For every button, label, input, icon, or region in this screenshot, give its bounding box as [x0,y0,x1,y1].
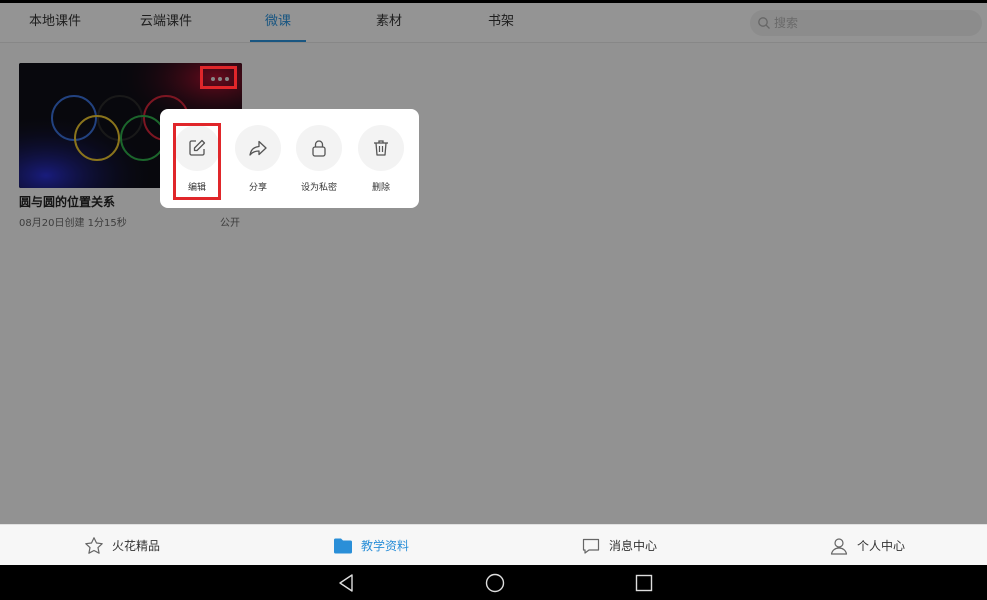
nav-label: 教学资料 [361,539,410,553]
home-icon[interactable] [484,572,506,594]
user-icon [830,537,848,555]
share-action[interactable]: 分享 [228,125,288,193]
nav-teaching-materials[interactable]: 教学资料 [333,525,409,565]
nav-spark-premium[interactable]: 火花精品 [84,525,160,565]
share-label: 分享 [248,183,267,193]
message-icon [582,538,600,554]
lock-icon [312,140,326,157]
edit-highlight [173,123,221,200]
recents-icon[interactable] [633,572,655,594]
more-button-highlight [200,66,237,89]
delete-label: 删除 [371,183,390,193]
dim-overlay[interactable] [0,3,987,565]
folder-icon [334,538,352,553]
share-icon [249,140,267,156]
app-screen: 本地课件 云端课件 微课 素材 书架 搜索 圆与圆的位置关系 08月20日创建 … [0,3,987,565]
nav-label: 个人中心 [857,539,906,553]
nav-label: 火花精品 [112,539,161,553]
star-icon [85,536,103,554]
android-system-bar [0,565,987,600]
set-private-action[interactable]: 设为私密 [289,125,349,193]
bottom-nav-bar: 火花精品 教学资料 消息中心 个人中心 [0,524,987,565]
set-private-label: 设为私密 [300,183,337,193]
trash-icon [374,140,388,156]
nav-label: 消息中心 [609,539,658,553]
delete-action[interactable]: 删除 [351,125,411,193]
nav-personal-center[interactable]: 个人中心 [829,525,905,565]
back-icon[interactable] [335,572,357,594]
action-popup: 编辑 分享 设为私密 删除 [160,109,419,208]
nav-message-center[interactable]: 消息中心 [581,525,657,565]
